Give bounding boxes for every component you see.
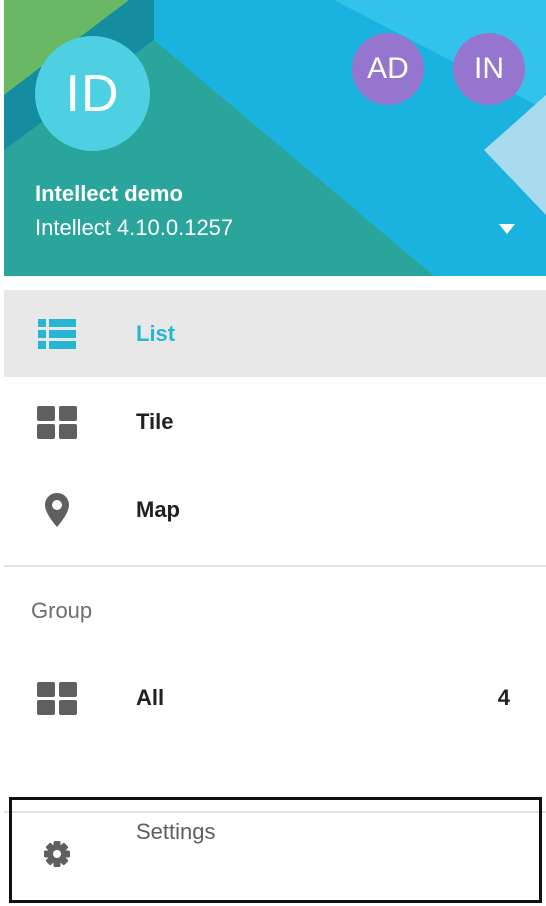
menu-item-label: Tile [136, 408, 174, 434]
account-switch-avatar-ad[interactable]: AD [352, 33, 424, 105]
menu-item-list[interactable]: List [4, 290, 546, 377]
menu-divider [4, 565, 546, 567]
menu-item-label: List [136, 320, 176, 346]
current-account-avatar[interactable]: ID [35, 36, 150, 151]
current-account-initials: ID [65, 64, 120, 123]
account-initials: AD [367, 52, 409, 85]
account-initials: IN [474, 52, 504, 85]
tile-grid-icon [36, 404, 78, 440]
group-item-label: All [136, 684, 165, 710]
account-switch-avatar-in[interactable]: IN [453, 33, 525, 105]
list-icon [36, 316, 78, 352]
settings-highlight-frame [9, 797, 542, 903]
account-version: Intellect 4.10.0.1257 [35, 215, 234, 240]
group-section-header: Group [31, 598, 93, 623]
account-name: Intellect demo [35, 181, 183, 206]
navigation-drawer-header: ID AD IN Intellect demo Intellect 4.10.0… [4, 0, 546, 276]
menu-item-tile[interactable]: Tile [4, 378, 546, 465]
menu-item-label: Map [136, 496, 180, 522]
tile-grid-icon [36, 680, 78, 716]
caret-down-icon[interactable] [497, 222, 517, 236]
group-item-all[interactable]: All 4 [4, 654, 546, 741]
menu-item-map[interactable]: Map [4, 466, 546, 553]
map-pin-icon [36, 492, 78, 528]
group-item-count: 4 [497, 684, 510, 710]
